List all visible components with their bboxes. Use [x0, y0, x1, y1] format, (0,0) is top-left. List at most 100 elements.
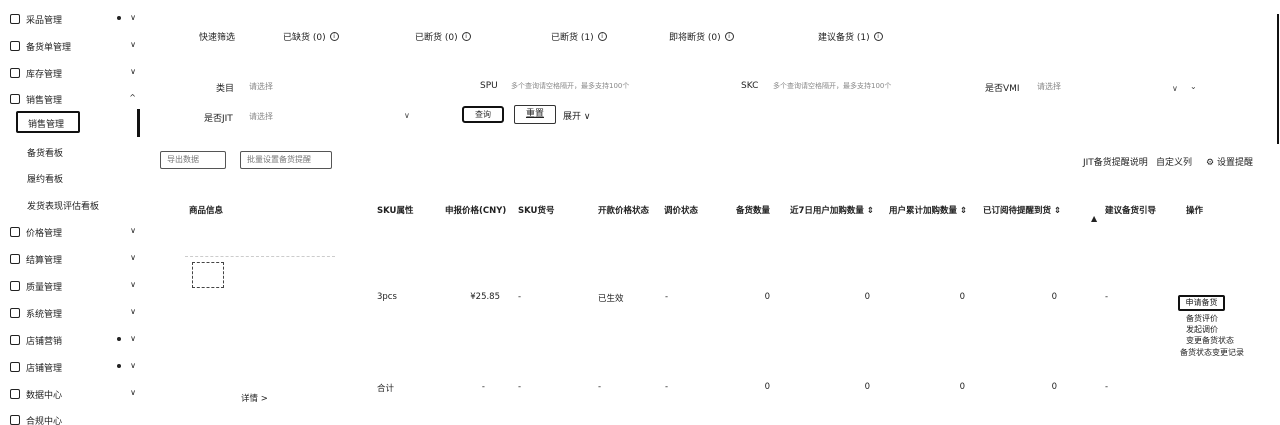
status-filter-label: 建议备货 (1) [818, 33, 870, 43]
custom-columns-link[interactable]: 自定义列 [1156, 155, 1192, 168]
status-filter-4[interactable]: 建议备货 (1) i [818, 30, 883, 43]
batch-reminder-button[interactable]: 批量设置备货提醒 [240, 151, 332, 169]
settings-label: 设置提醒 [1216, 158, 1253, 168]
settings-link[interactable]: ⚙ 设置提醒 [1206, 155, 1253, 168]
expand-button[interactable]: 展开 ∨ [563, 109, 590, 122]
sidebar-item-label: 店铺营销 [26, 336, 63, 347]
operation-link-3[interactable]: 备货状态变更记录 [1180, 347, 1244, 358]
apply-stock-button[interactable]: 申请备货 [1178, 295, 1225, 311]
info-icon[interactable]: i [329, 32, 339, 41]
status-filter-label: 已断货 (0) [415, 33, 458, 43]
column-header-4[interactable]: 开款价格状态 [598, 204, 649, 216]
sidebar-item-10[interactable]: 数据中心 ∨ [10, 385, 138, 403]
sidebar-item-5[interactable]: 结算管理 ∨ [10, 250, 138, 268]
export-button[interactable]: 导出数据 [160, 151, 226, 169]
chevron-down-icon[interactable]: ∨ [130, 334, 136, 343]
wallet-icon [10, 254, 20, 264]
row1-sku-attr: 3pcs [377, 292, 397, 302]
sidebar-subitem-2[interactable]: 履约看板 [27, 172, 63, 185]
row1-adjust-status: - [665, 292, 669, 302]
chevron-down-icon[interactable]: ∨ [130, 226, 136, 235]
row1-sku-code: - [518, 292, 522, 302]
row1-add-total: 0 [959, 292, 965, 302]
sidebar-item-label: 采品管理 [26, 15, 63, 26]
column-header-8[interactable]: 用户累计加购数量 ⇕ [889, 204, 967, 216]
column-header-5[interactable]: 调价状态 [664, 204, 698, 216]
column-header-6[interactable]: 备货数量 [736, 204, 770, 216]
info-icon[interactable]: i [461, 32, 471, 41]
sidebar-item-8[interactable]: 店铺营销 ∨ [10, 331, 138, 349]
chevron-down-icon[interactable]: ∨ [130, 307, 136, 316]
chevron-down-icon[interactable]: ∨ [130, 388, 136, 397]
jit-tip-link[interactable]: JIT备货提醒说明 [1083, 155, 1148, 168]
chevron-down-icon[interactable]: ∨ [130, 67, 136, 76]
skc-input[interactable]: 多个查询请空格隔开，最多支持100个 [773, 81, 891, 91]
sidebar-item-9[interactable]: 店铺管理 ∨ [10, 358, 138, 376]
column-header-9[interactable]: 已订阅待提醒到货 ⇕ [983, 204, 1061, 216]
chevron-down-icon[interactable]: ∨ [130, 13, 136, 22]
sidebar-item-1[interactable]: 备货单管理 ∨ [10, 37, 138, 55]
chevron-down-icon[interactable]: ∨ [130, 361, 136, 370]
sidebar-item-label: 店铺管理 [26, 363, 63, 374]
sidebar-item-label: 库存管理 [26, 69, 63, 80]
status-filter-0[interactable]: 已缺货 (0) i [283, 30, 339, 43]
jit-label: 是否JIT [204, 114, 233, 124]
sidebar-item-label: 质量管理 [26, 282, 63, 293]
sidebar-subitem-1[interactable]: 备货看板 [27, 146, 63, 159]
sidebar-item-0[interactable]: 采品管理 ∨ [10, 10, 138, 28]
column-header-7[interactable]: 近7日用户加购数量 ⇕ [790, 204, 874, 216]
chevron-down-icon[interactable]: ∨ [130, 280, 136, 289]
sidebar-subitem-0[interactable]: 销售管理 [16, 111, 80, 133]
column-header-2[interactable]: 申报价格(CNY) [445, 204, 506, 216]
vmi-select[interactable]: 请选择 [1037, 81, 1061, 92]
operation-link-2[interactable]: 变更备货状态 [1186, 335, 1234, 346]
product-image[interactable] [192, 262, 224, 288]
info-icon[interactable]: i [873, 32, 883, 41]
column-header-11[interactable]: 操作 [1186, 204, 1203, 216]
sidebar-item-4[interactable]: 价格管理 ∨ [10, 223, 138, 241]
category-label: 类目 [216, 84, 235, 94]
sidebar-item-6[interactable]: 质量管理 ∨ [10, 277, 138, 295]
sidebar-item-11[interactable]: 合规中心 [10, 411, 138, 425]
row1-stock-qty: 0 [764, 292, 770, 302]
sidebar-item-3[interactable]: 销售管理 ^ [10, 90, 138, 108]
chevron-down-icon[interactable]: ∨ [130, 40, 136, 49]
status-filter-2[interactable]: 已断货 (1) i [551, 30, 607, 43]
chevron-down-icon[interactable]: ∨ [130, 253, 136, 262]
status-filter-label: 已断货 (1) [551, 33, 594, 43]
sidebar-item-2[interactable]: 库存管理 ∨ [10, 64, 138, 82]
settings-gear-icon: ⚙ [1206, 158, 1215, 168]
column-header-10[interactable]: 建议备货引导 [1105, 204, 1156, 216]
info-icon[interactable]: i [597, 32, 607, 41]
marketing-icon [10, 335, 20, 345]
notification-dot-icon [117, 364, 121, 368]
jit-chevron-down-icon[interactable]: ∨ [404, 111, 410, 120]
row1-add7: 0 [864, 292, 870, 302]
sidebar-subitem-3[interactable]: 发货表现评估看板 [27, 199, 99, 212]
column-header-1[interactable]: SKU属性 [377, 204, 413, 216]
status-filter-1[interactable]: 已断货 (0) i [415, 30, 471, 43]
vmi-chevron-down-icon[interactable]: ∨ [1172, 84, 1178, 93]
reset-button[interactable]: 重置 [514, 105, 556, 124]
notification-dot-icon [117, 337, 121, 341]
info-icon[interactable]: i [724, 32, 734, 41]
column-header-0[interactable]: 商品信息 [189, 204, 223, 216]
category-select[interactable]: 请选择 [249, 81, 273, 92]
compliance-icon [10, 415, 20, 425]
operation-link-0[interactable]: 备货评价 [1186, 313, 1218, 324]
product-detail-link[interactable]: 详情 > [241, 392, 268, 404]
query-button[interactable]: 查询 [462, 106, 504, 123]
row2-adjust-status: - [665, 382, 669, 392]
sidebar-item-7[interactable]: 系统管理 ∨ [10, 304, 138, 322]
page-scrollbar[interactable] [1277, 14, 1279, 144]
status-filter-3[interactable]: 即将断货 (0) i [669, 30, 734, 43]
sidebar-item-label: 备货单管理 [26, 42, 72, 53]
column-header-3[interactable]: SKU货号 [518, 204, 554, 216]
spu-input[interactable]: 多个查询请空格隔开，最多支持100个 [511, 81, 629, 91]
document-icon [10, 41, 20, 51]
vmi-clear-icon[interactable]: ⌄ [1190, 82, 1197, 91]
operation-link-1[interactable]: 发起调价 [1186, 324, 1218, 335]
jit-select[interactable]: 请选择 [249, 111, 273, 122]
product-top-divider [185, 256, 335, 257]
chevron-up-icon[interactable]: ^ [129, 93, 136, 102]
